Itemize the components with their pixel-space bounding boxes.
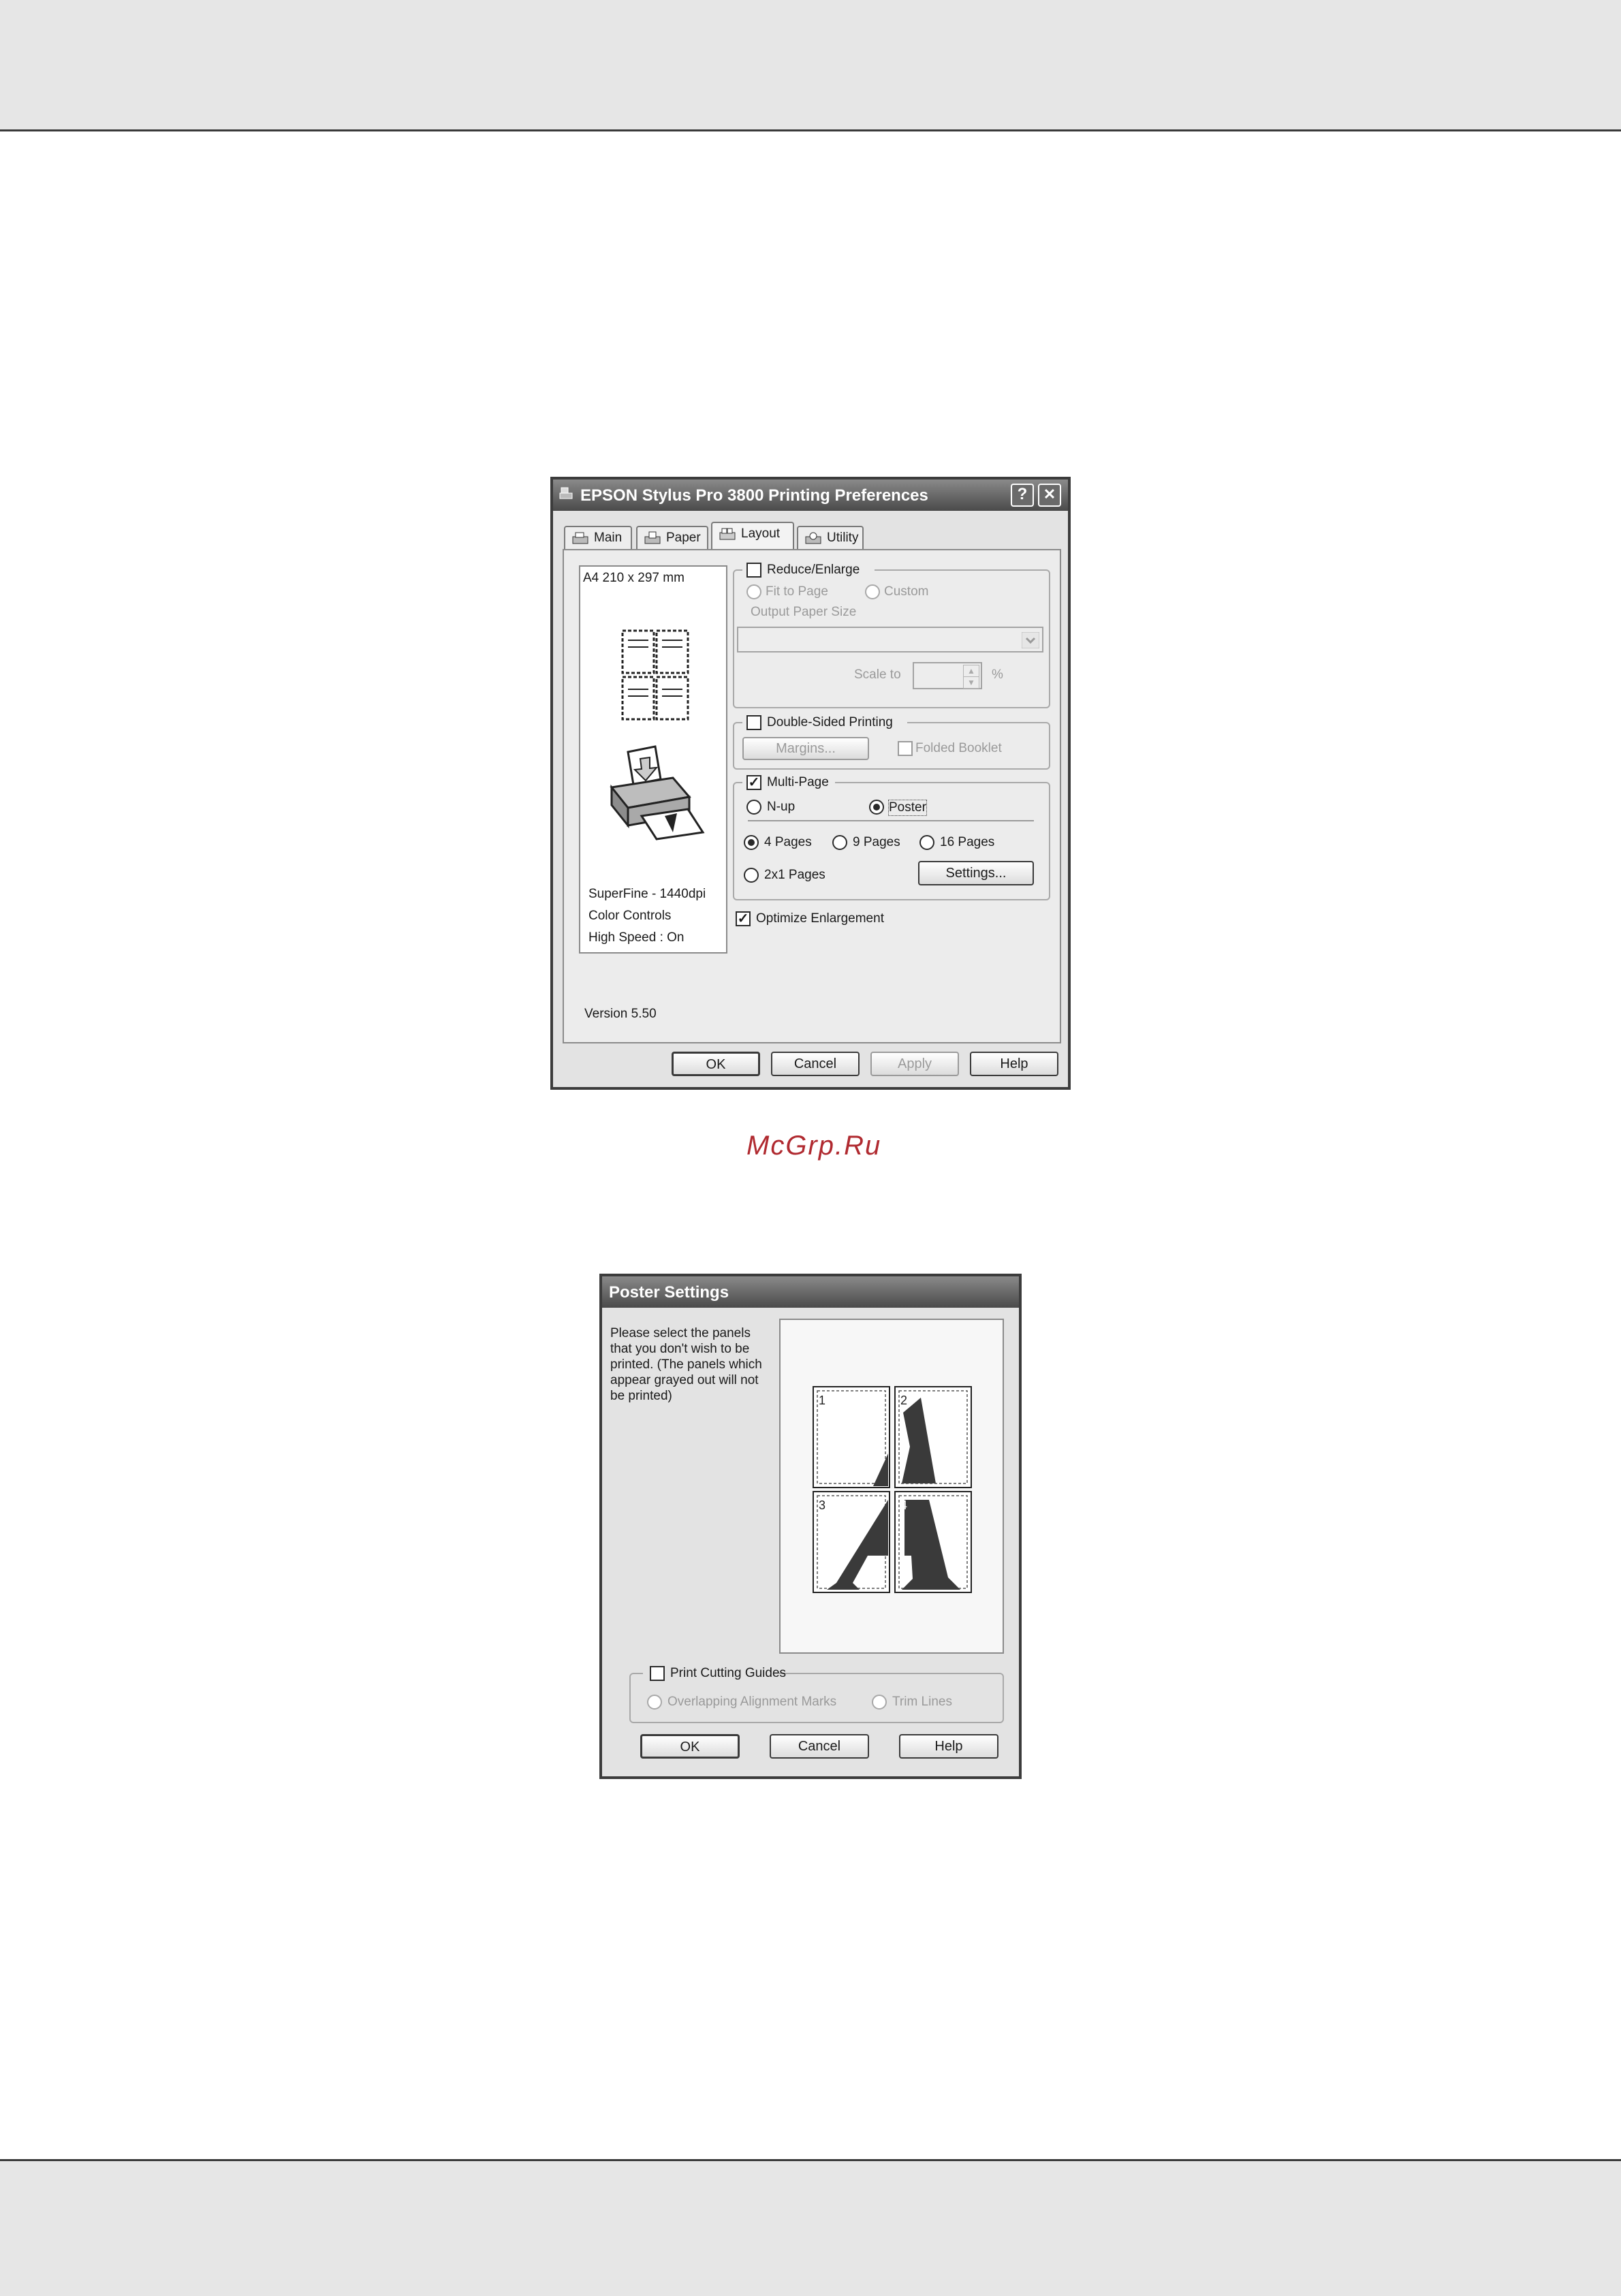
panel-number-1: 1: [819, 1394, 825, 1407]
tab-main-label: Main: [594, 531, 623, 545]
title-bar: EPSON Stylus Pro 3800 Printing Preferenc…: [553, 479, 1068, 511]
print-cutting-guides-checkbox[interactable]: [650, 1666, 665, 1681]
printer-illustration-icon: [610, 745, 705, 840]
poster-settings-dialog: Poster Settings Please select the panels…: [599, 1274, 1022, 1779]
percent-unit: %: [992, 667, 1003, 682]
poster-panels-grid: 1 2 3 4: [813, 1386, 972, 1593]
pages-9-label: 9 Pages: [853, 835, 900, 849]
overlapping-marks-label: Overlapping Alignment Marks: [667, 1695, 837, 1709]
page-footer-band: [0, 2159, 1621, 2296]
apply-button[interactable]: Apply: [870, 1052, 959, 1076]
tab-utility-label: Utility: [827, 531, 859, 545]
scale-to-label: Scale to: [854, 667, 901, 682]
fit-to-page-label: Fit to Page: [766, 584, 828, 599]
instruction-line: that you don't wish to be: [610, 1342, 750, 1356]
output-paper-size-label: Output Paper Size: [751, 605, 857, 619]
poster-instructions: Please select the panels that you don't …: [610, 1325, 771, 1404]
help-question-button[interactable]: ?: [1011, 484, 1034, 507]
poster-ok-button[interactable]: OK: [640, 1734, 740, 1759]
nup-radio[interactable]: [746, 800, 761, 815]
instruction-line: be printed): [610, 1389, 672, 1403]
pages-4-radio[interactable]: [744, 835, 759, 850]
tab-paper-label: Paper: [666, 531, 701, 545]
folded-booklet-checkbox[interactable]: [898, 741, 913, 756]
page-header-band: [0, 0, 1621, 131]
instruction-line: appear grayed out will not: [610, 1373, 759, 1387]
poster-settings-button[interactable]: Settings...: [918, 861, 1034, 885]
multi-page-label: Multi-Page: [767, 775, 829, 789]
poster-title-bar: Poster Settings: [602, 1276, 1019, 1308]
tab-utility[interactable]: Utility: [797, 526, 864, 550]
poster-label: Poster: [888, 800, 927, 816]
optimize-enlargement-checkbox[interactable]: ✓: [736, 911, 751, 926]
spinner-down-icon[interactable]: ▼: [963, 676, 979, 689]
reduce-enlarge-checkbox[interactable]: [746, 563, 761, 578]
reduce-enlarge-label: Reduce/Enlarge: [767, 563, 860, 577]
tab-layout[interactable]: Layout: [711, 522, 794, 550]
close-button[interactable]: ✕: [1038, 484, 1061, 507]
nup-label: N-up: [767, 800, 796, 814]
pages-2x1-radio[interactable]: [744, 868, 759, 883]
print-quality-summary: SuperFine - 1440dpi: [588, 887, 706, 901]
panel-number-2: 2: [900, 1394, 907, 1407]
printer-app-icon: [559, 487, 573, 499]
help-button[interactable]: Help: [970, 1052, 1058, 1076]
panel-number-3: 3: [819, 1498, 825, 1512]
tab-paper[interactable]: Paper: [636, 526, 708, 550]
watermark-text: McGrp.Ru: [746, 1131, 882, 1161]
printing-preferences-dialog: EPSON Stylus Pro 3800 Printing Preferenc…: [550, 477, 1071, 1090]
utility-tools-icon: [805, 532, 821, 544]
paper-size-label: A4 210 x 297 mm: [583, 571, 684, 585]
instruction-line: printed. (The panels which: [610, 1357, 762, 1372]
custom-label: Custom: [884, 584, 929, 599]
double-sided-checkbox[interactable]: [746, 715, 761, 730]
settings-preview-panel: A4 210 x 297 mm SuperFine - 1440dpi Colo…: [579, 565, 727, 954]
multi-page-checkbox[interactable]: ✓: [746, 775, 761, 790]
cancel-button[interactable]: Cancel: [771, 1052, 860, 1076]
fit-to-page-radio[interactable]: [746, 584, 761, 599]
chevron-down-icon: [1022, 632, 1039, 648]
custom-radio[interactable]: [865, 584, 880, 599]
margins-button[interactable]: Margins...: [742, 737, 869, 760]
output-paper-size-select[interactable]: [737, 627, 1043, 652]
poster-window-title: Poster Settings: [609, 1283, 729, 1302]
optimize-enlargement-label: Optimize Enlargement: [756, 911, 884, 926]
layout-icon: [719, 528, 736, 540]
poster-help-button[interactable]: Help: [899, 1734, 998, 1759]
window-title: EPSON Stylus Pro 3800 Printing Preferenc…: [580, 486, 928, 505]
scale-to-spinner[interactable]: ▲ ▼: [913, 662, 982, 689]
poster-radio[interactable]: [869, 800, 884, 815]
pages-16-radio[interactable]: [919, 835, 934, 850]
tab-layout-label: Layout: [741, 526, 781, 541]
high-speed-summary: High Speed : On: [588, 930, 684, 945]
driver-version: Version 5.50: [584, 1007, 657, 1021]
poster-cancel-button[interactable]: Cancel: [770, 1734, 869, 1759]
overlapping-marks-radio[interactable]: [647, 1695, 662, 1710]
color-mode-summary: Color Controls: [588, 909, 672, 923]
double-sided-label: Double-Sided Printing: [767, 715, 893, 729]
printer-icon: [572, 532, 588, 544]
panel-number-4: 4: [900, 1498, 907, 1512]
tab-main[interactable]: Main: [564, 526, 632, 550]
poster-panel-preview: 1 2 3 4: [779, 1319, 1004, 1654]
ok-button[interactable]: OK: [672, 1052, 760, 1076]
trim-lines-radio[interactable]: [872, 1695, 887, 1710]
layout-tab-panel: A4 210 x 297 mm SuperFine - 1440dpi Colo…: [563, 549, 1061, 1043]
paper-printer-icon: [644, 531, 661, 544]
pages-16-label: 16 Pages: [940, 835, 995, 849]
pages-4-label: 4 Pages: [764, 835, 812, 849]
multi-page-divider: [748, 820, 1034, 821]
pages-2x1-label: 2x1 Pages: [764, 868, 825, 882]
folded-booklet-label: Folded Booklet: [915, 741, 1002, 755]
instruction-line: Please select the panels: [610, 1326, 751, 1340]
trim-lines-label: Trim Lines: [892, 1695, 952, 1709]
spinner-up-icon[interactable]: ▲: [963, 665, 979, 677]
pages-9-radio[interactable]: [832, 835, 847, 850]
poster-layout-preview-icon: [621, 629, 689, 721]
print-cutting-guides-label: Print Cutting Guides: [670, 1666, 787, 1680]
